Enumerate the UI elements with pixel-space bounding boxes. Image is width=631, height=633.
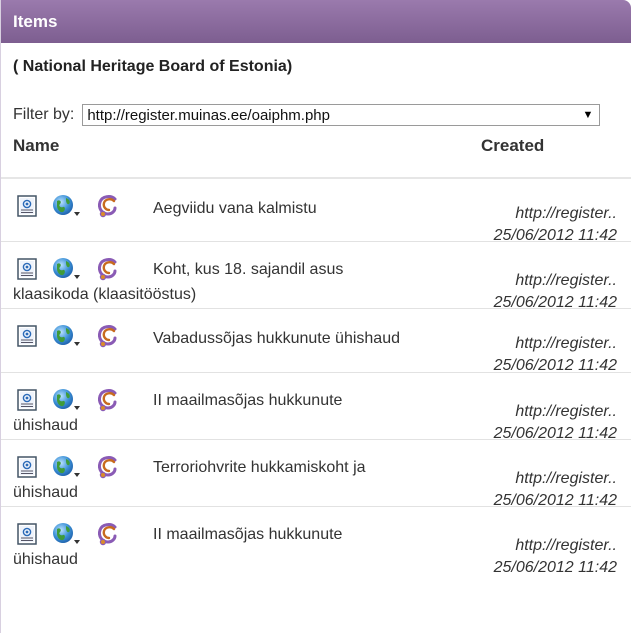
- row-icons: [17, 193, 121, 224]
- column-header-name[interactable]: Name: [13, 136, 59, 156]
- table-row[interactable]: Vabadussõjas hukkunute ühishaud http://re…: [1, 308, 631, 374]
- item-source[interactable]: http://register..: [494, 468, 617, 490]
- filter-select-value: http://register.muinas.ee/oaiphm.php: [87, 106, 330, 124]
- item-source[interactable]: http://register..: [494, 401, 617, 423]
- globe-menu-icon[interactable]: [51, 194, 81, 223]
- filter-label: Filter by:: [13, 106, 75, 123]
- globe-menu-icon[interactable]: [51, 324, 81, 353]
- item-title-continued[interactable]: klaasikoda (klaasitööstus): [13, 287, 333, 303]
- row-icons: [17, 387, 121, 418]
- filter-row: Filter by: http://register.muinas.ee/oai…: [13, 104, 601, 126]
- item-source[interactable]: http://register..: [494, 333, 617, 355]
- item-title-continued[interactable]: ühishaud: [13, 552, 333, 568]
- item-created: http://register.. 25/06/2012 11:42: [494, 333, 617, 377]
- record-icon[interactable]: [95, 323, 121, 354]
- record-icon[interactable]: [95, 256, 121, 287]
- chevron-down-icon: ▼: [582, 109, 594, 121]
- table-row[interactable]: II maailmasõjas hukkunute ühishaud http://…: [1, 506, 631, 576]
- table-row[interactable]: Aegviidu vana kalmistu http://register.. 2…: [1, 177, 631, 244]
- item-source[interactable]: http://register..: [494, 535, 617, 557]
- table-row[interactable]: Koht, kus 18. sajandil asus klaasikoda (k…: [1, 241, 631, 311]
- table-row[interactable]: Terroriohvrite hukkamiskoht ja ühishaud ht…: [1, 439, 631, 509]
- item-source[interactable]: http://register..: [494, 270, 617, 292]
- row-icons: [17, 521, 121, 552]
- document-icon[interactable]: [17, 257, 37, 285]
- item-title[interactable]: Aegviidu vana kalmistu: [153, 201, 473, 217]
- filter-select[interactable]: http://register.muinas.ee/oaiphm.php ▼: [82, 104, 601, 126]
- globe-menu-icon[interactable]: [51, 388, 81, 417]
- item-title-continued[interactable]: ühishaud: [13, 485, 333, 501]
- document-icon[interactable]: [17, 522, 37, 550]
- document-icon[interactable]: [17, 324, 37, 352]
- document-icon[interactable]: [17, 388, 37, 416]
- items-panel: Items ( National Heritage Board of Eston…: [0, 0, 631, 633]
- document-icon[interactable]: [17, 455, 37, 483]
- record-icon[interactable]: [95, 521, 121, 552]
- row-icons: [17, 256, 121, 287]
- item-title-continued[interactable]: ühishaud: [13, 418, 333, 434]
- column-header-created[interactable]: Created: [481, 136, 544, 156]
- item-title[interactable]: Vabadussõjas hukkunute ühishaud: [153, 331, 473, 347]
- item-title[interactable]: II maailmasõjas hukkunute: [153, 527, 473, 543]
- record-icon[interactable]: [95, 454, 121, 485]
- items-list: Aegviidu vana kalmistu http://register.. 2…: [1, 177, 631, 576]
- item-title[interactable]: II maailmasõjas hukkunute: [153, 393, 473, 409]
- globe-menu-icon[interactable]: [51, 522, 81, 551]
- item-date: 25/06/2012 11:42: [493, 559, 617, 576]
- item-title[interactable]: Terroriohvrite hukkamiskoht ja: [153, 460, 473, 476]
- item-created: http://register.. 25/06/2012 11:42: [494, 535, 617, 579]
- record-icon[interactable]: [95, 193, 121, 224]
- item-title[interactable]: Koht, kus 18. sajandil asus: [153, 262, 473, 278]
- panel-title: Items: [1, 0, 631, 43]
- globe-menu-icon[interactable]: [51, 455, 81, 484]
- document-icon[interactable]: [17, 194, 37, 222]
- row-icons: [17, 454, 121, 485]
- table-row[interactable]: II maailmasõjas hukkunute ühishaud http://…: [1, 372, 631, 442]
- globe-menu-icon[interactable]: [51, 257, 81, 286]
- row-icons: [17, 323, 121, 354]
- record-icon[interactable]: [95, 387, 121, 418]
- panel-subtitle: ( National Heritage Board of Estonia): [13, 58, 293, 75]
- item-source[interactable]: http://register..: [494, 203, 617, 225]
